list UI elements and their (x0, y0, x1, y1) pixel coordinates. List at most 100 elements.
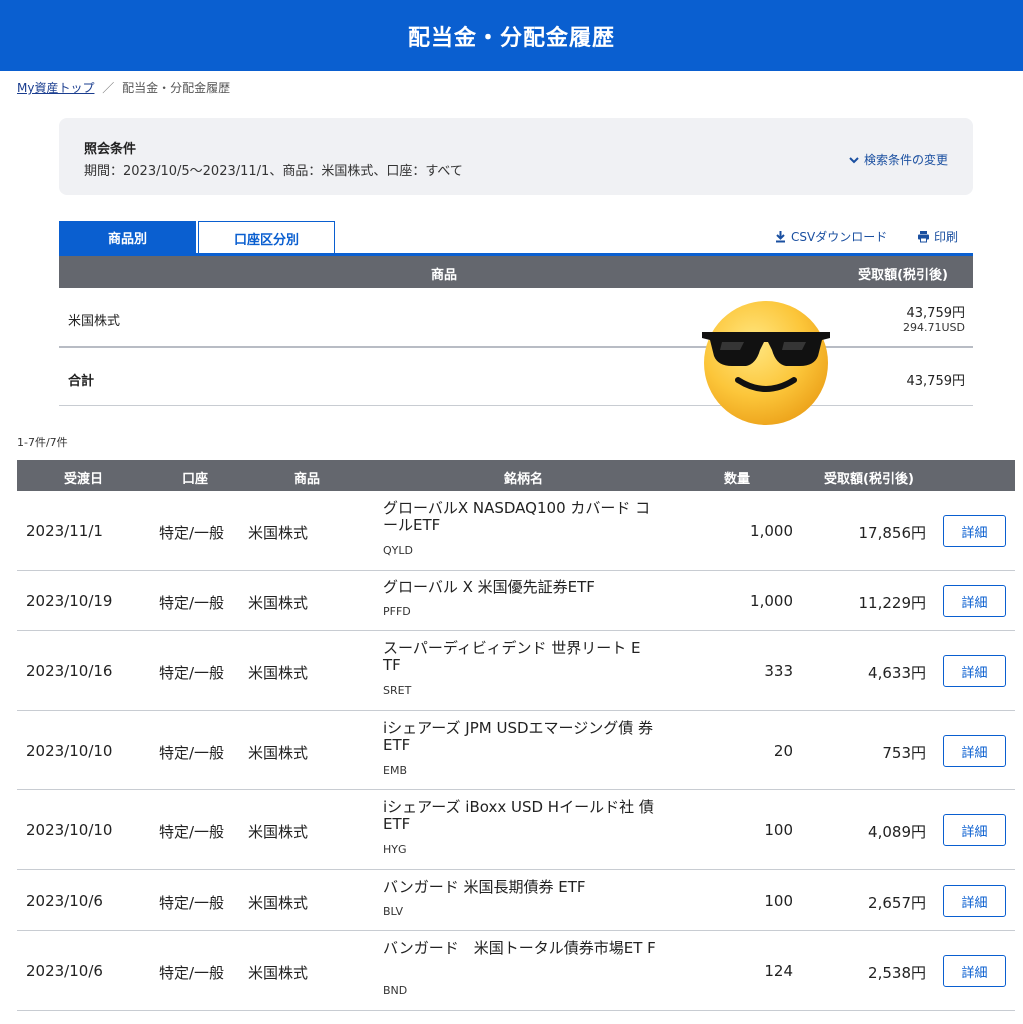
row-quantity: 100 (764, 821, 793, 839)
table-row: 2023/10/6 特定/一般 米国株式 バンガード 米国長期債券 ETF BLV 100… (17, 870, 1015, 931)
row-product: 米国株式 (248, 964, 309, 982)
row-amount: 17,856円 (858, 524, 927, 542)
summary-total-amount: 43,759円 (906, 374, 966, 389)
row-quantity: 100 (764, 892, 793, 910)
row-date: 2023/10/19 (26, 592, 113, 610)
conditions-text: 期間：2023/10/5～2023/11/1、商品：米国株式、口座：すべて (84, 164, 463, 179)
row-security-name: グローバルX NASDAQ100 カバード コールETF (383, 499, 651, 534)
detail-button[interactable]: 詳細 (943, 585, 1006, 617)
breadcrumb-current: 配当金・分配金履歴 (122, 81, 231, 95)
detail-button[interactable]: 詳細 (943, 955, 1006, 987)
row-amount: 753円 (882, 744, 926, 762)
row-security-name: スーパーディビィデンド 世界リート E TF (383, 639, 641, 674)
row-amount: 11,229円 (858, 594, 927, 612)
header-security-name: 銘柄名 (504, 472, 544, 487)
table-row: 2023/10/10 特定/一般 米国株式 iシェアーズ JPM USDエマージング債… (17, 711, 1015, 790)
row-date: 2023/10/10 (26, 821, 113, 839)
tab-by-product[interactable]: 商品別 (59, 221, 196, 254)
row-date: 2023/10/10 (26, 742, 113, 760)
summary-table-header: 商品 受取額(税引後) (59, 256, 973, 288)
result-count: 1-7件/7件 (17, 436, 68, 449)
row-date: 2023/10/6 (26, 962, 103, 980)
row-product: 米国株式 (248, 823, 309, 841)
printer-icon (918, 231, 929, 243)
query-conditions-panel: 照会条件 期間：2023/10/5～2023/11/1、商品：米国株式、口座：す… (59, 118, 973, 195)
detail-button[interactable]: 詳細 (943, 735, 1006, 767)
row-security-name: バンガード 米国トータル債券市場ET F (383, 939, 656, 957)
table-row: 2023/11/1 特定/一般 米国株式 グローバルX NASDAQ100 カバード … (17, 491, 1015, 571)
change-conditions-button[interactable]: 検索条件の変更 (848, 151, 948, 168)
summary-header-amount: 受取額(税引後) (858, 268, 948, 283)
download-icon (776, 231, 785, 243)
row-ticker: EMB (383, 764, 407, 777)
detail-table-header: 受渡日 口座 商品 銘柄名 数量 受取額(税引後) (17, 460, 1015, 491)
summary-product-name: 米国株式 (68, 314, 121, 329)
detail-button[interactable]: 詳細 (943, 814, 1006, 846)
row-account: 特定/一般 (159, 524, 225, 542)
chevron-down-icon (849, 156, 859, 163)
row-amount: 2,657円 (868, 894, 926, 912)
row-quantity: 124 (764, 962, 793, 980)
row-ticker: SRET (383, 684, 412, 697)
row-quantity: 1,000 (750, 522, 793, 540)
row-ticker: BND (383, 984, 408, 997)
detail-button[interactable]: 詳細 (943, 515, 1006, 547)
breadcrumb: My資産トップ ／ 配当金・分配金履歴 (17, 79, 230, 96)
summary-total-row: 合計 43,759円 (59, 348, 973, 406)
row-quantity: 1,000 (750, 592, 793, 610)
row-amount: 4,089円 (868, 823, 926, 841)
row-date: 2023/11/1 (26, 522, 103, 540)
summary-total-label: 合計 (68, 374, 95, 389)
summary-amount-usd: 294.71USD (903, 321, 965, 334)
row-ticker: QYLD (383, 544, 413, 557)
csv-download-button[interactable]: CSVダウンロード (774, 228, 887, 245)
row-account: 特定/一般 (159, 664, 225, 682)
row-ticker: HYG (383, 843, 407, 856)
row-quantity: 20 (773, 742, 793, 760)
detail-button[interactable]: 詳細 (943, 885, 1006, 917)
header-quantity: 数量 (724, 472, 751, 487)
header-amount: 受取額(税引後) (824, 472, 914, 487)
row-ticker: BLV (383, 905, 403, 918)
change-conditions-label: 検索条件の変更 (863, 153, 948, 167)
row-amount: 2,538円 (868, 964, 926, 982)
header-product: 商品 (294, 472, 321, 487)
table-row: 2023/10/16 特定/一般 米国株式 スーパーディビィデンド 世界リート E T… (17, 631, 1015, 711)
row-security-name: バンガード 米国長期債券 ETF (383, 878, 586, 896)
row-date: 2023/10/6 (26, 892, 103, 910)
conditions-title: 照会条件 (84, 142, 137, 157)
summary-header-product: 商品 (431, 268, 458, 283)
row-product: 米国株式 (248, 894, 309, 912)
header-date: 受渡日 (64, 472, 104, 487)
row-account: 特定/一般 (159, 894, 225, 912)
row-product: 米国株式 (248, 524, 309, 542)
row-account: 特定/一般 (159, 594, 225, 612)
page-title: 配当金・分配金履歴 (407, 25, 615, 51)
row-account: 特定/一般 (159, 744, 225, 762)
page-header: 配当金・分配金履歴 (0, 0, 1023, 71)
row-security-name: iシェアーズ iBoxx USD Hイールド社 債 ETF (383, 798, 654, 833)
summary-row: 米国株式 43,759円 294.71USD (59, 288, 973, 348)
row-product: 米国株式 (248, 664, 309, 682)
table-row: 2023/10/19 特定/一般 米国株式 グローバル X 米国優先証券ETF PFFD… (17, 570, 1015, 631)
row-security-name: iシェアーズ JPM USDエマージング債 券 ETF (383, 719, 653, 754)
row-ticker: PFFD (383, 605, 411, 618)
row-product: 米国株式 (248, 594, 309, 612)
sunglasses-smiley-icon (702, 301, 830, 425)
row-product: 米国株式 (248, 744, 309, 762)
header-account: 口座 (182, 472, 209, 487)
row-account: 特定/一般 (159, 823, 225, 841)
breadcrumb-separator: ／ (102, 81, 115, 95)
row-security-name: グローバル X 米国優先証券ETF (383, 578, 595, 596)
row-account: 特定/一般 (159, 964, 225, 982)
tab-by-account-type[interactable]: 口座区分別 (198, 221, 335, 254)
print-button[interactable]: 印刷 (917, 228, 958, 245)
csv-download-label: CSVダウンロード (791, 230, 888, 244)
print-label: 印刷 (934, 230, 959, 244)
table-row: 2023/10/6 特定/一般 米国株式 バンガード 米国トータル債券市場ET F BN… (17, 931, 1015, 1011)
breadcrumb-home-link[interactable]: My資産トップ (17, 81, 94, 95)
table-row: 2023/10/10 特定/一般 米国株式 iシェアーズ iBoxx USD Hイール… (17, 790, 1015, 870)
row-date: 2023/10/16 (26, 662, 113, 680)
summary-amount-jpy: 43,759円 (906, 306, 966, 321)
detail-button[interactable]: 詳細 (943, 655, 1006, 687)
